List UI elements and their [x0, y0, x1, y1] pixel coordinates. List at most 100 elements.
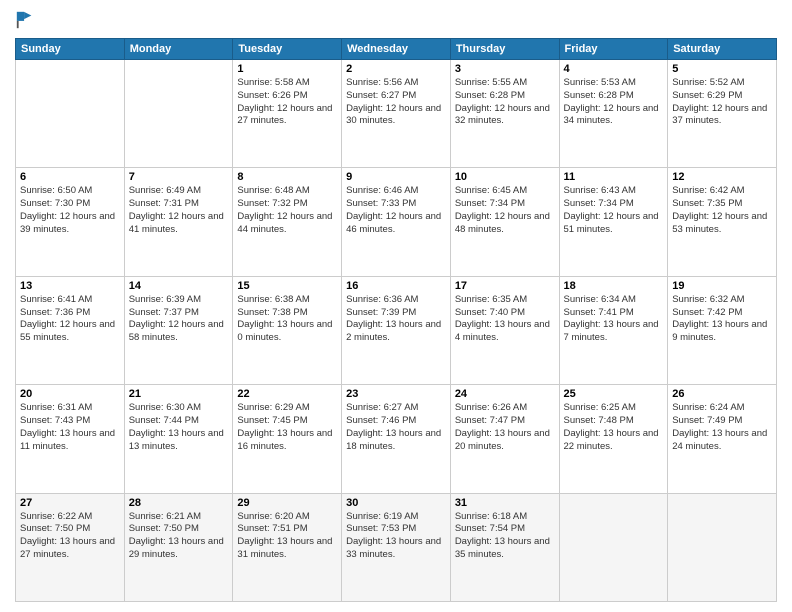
calendar-week-row: 13 Sunrise: 6:41 AM Sunset: 7:36 PM Dayli… — [16, 276, 777, 384]
day-info: Sunrise: 6:35 AM Sunset: 7:40 PM Dayligh… — [455, 294, 555, 345]
day-number: 26 — [672, 388, 772, 400]
day-info: Sunrise: 6:36 AM Sunset: 7:39 PM Dayligh… — [346, 294, 446, 345]
day-number: 27 — [20, 497, 120, 509]
calendar-week-row: 6 Sunrise: 6:50 AM Sunset: 7:30 PM Daylig… — [16, 168, 777, 276]
calendar-day-cell: 28 Sunrise: 6:21 AM Sunset: 7:50 PM Dayli… — [124, 493, 233, 601]
day-number: 1 — [237, 63, 337, 75]
day-info: Sunrise: 6:22 AM Sunset: 7:50 PM Dayligh… — [20, 511, 120, 562]
day-info: Sunrise: 6:46 AM Sunset: 7:33 PM Dayligh… — [346, 185, 446, 236]
calendar-day-cell: 26 Sunrise: 6:24 AM Sunset: 7:49 PM Dayli… — [668, 385, 777, 493]
calendar-day-cell: 12Sunrise: 6:42 AM Sunset: 7:35 PM Dayli… — [668, 168, 777, 276]
day-info: Sunrise: 6:24 AM Sunset: 7:49 PM Dayligh… — [672, 402, 772, 453]
day-info: Sunrise: 6:20 AM Sunset: 7:51 PM Dayligh… — [237, 511, 337, 562]
day-info: Sunrise: 6:48 AM Sunset: 7:32 PM Dayligh… — [237, 185, 337, 236]
day-info: Sunrise: 5:58 AM Sunset: 6:26 PM Dayligh… — [237, 77, 337, 128]
day-number: 11 — [564, 171, 664, 183]
day-info: Sunrise: 5:55 AM Sunset: 6:28 PM Dayligh… — [455, 77, 555, 128]
calendar-day-cell: 6 Sunrise: 6:50 AM Sunset: 7:30 PM Daylig… — [16, 168, 125, 276]
day-number: 7 — [129, 171, 229, 183]
day-info: Sunrise: 6:27 AM Sunset: 7:46 PM Dayligh… — [346, 402, 446, 453]
day-number: 22 — [237, 388, 337, 400]
calendar-day-cell: 4Sunrise: 5:53 AM Sunset: 6:28 PM Daylig… — [559, 60, 668, 168]
calendar-day-cell: 29 Sunrise: 6:20 AM Sunset: 7:51 PM Dayli… — [233, 493, 342, 601]
calendar-day-cell — [16, 60, 125, 168]
calendar-day-cell: 30Sunrise: 6:19 AM Sunset: 7:53 PM Dayli… — [342, 493, 451, 601]
day-number: 18 — [564, 280, 664, 292]
weekday-header: Monday — [124, 39, 233, 60]
calendar-day-cell: 5Sunrise: 5:52 AM Sunset: 6:29 PM Daylig… — [668, 60, 777, 168]
day-number: 17 — [455, 280, 555, 292]
calendar-day-cell: 27 Sunrise: 6:22 AM Sunset: 7:50 PM Dayli… — [16, 493, 125, 601]
calendar-day-cell: 20 Sunrise: 6:31 AM Sunset: 7:43 PM Dayli… — [16, 385, 125, 493]
calendar-day-cell — [559, 493, 668, 601]
calendar-day-cell — [124, 60, 233, 168]
day-number: 23 — [346, 388, 446, 400]
calendar-week-row: 1 Sunrise: 5:58 AM Sunset: 6:26 PM Daylig… — [16, 60, 777, 168]
day-number: 24 — [455, 388, 555, 400]
day-info: Sunrise: 5:56 AM Sunset: 6:27 PM Dayligh… — [346, 77, 446, 128]
day-number: 2 — [346, 63, 446, 75]
calendar-day-cell: 9 Sunrise: 6:46 AM Sunset: 7:33 PM Daylig… — [342, 168, 451, 276]
day-info: Sunrise: 5:53 AM Sunset: 6:28 PM Dayligh… — [564, 77, 664, 128]
day-number: 31 — [455, 497, 555, 509]
calendar-week-row: 20 Sunrise: 6:31 AM Sunset: 7:43 PM Dayli… — [16, 385, 777, 493]
day-number: 21 — [129, 388, 229, 400]
day-number: 15 — [237, 280, 337, 292]
weekday-header: Saturday — [668, 39, 777, 60]
weekday-header: Wednesday — [342, 39, 451, 60]
calendar-day-cell: 23 Sunrise: 6:27 AM Sunset: 7:46 PM Dayli… — [342, 385, 451, 493]
day-info: Sunrise: 6:45 AM Sunset: 7:34 PM Dayligh… — [455, 185, 555, 236]
calendar-day-cell: 31 Sunrise: 6:18 AM Sunset: 7:54 PM Dayli… — [450, 493, 559, 601]
weekday-header: Thursday — [450, 39, 559, 60]
day-number: 20 — [20, 388, 120, 400]
day-number: 10 — [455, 171, 555, 183]
day-number: 6 — [20, 171, 120, 183]
day-info: Sunrise: 6:43 AM Sunset: 7:34 PM Dayligh… — [564, 185, 664, 236]
calendar-day-cell: 15 Sunrise: 6:38 AM Sunset: 7:38 PM Dayli… — [233, 276, 342, 384]
day-number: 16 — [346, 280, 446, 292]
day-info: Sunrise: 6:25 AM Sunset: 7:48 PM Dayligh… — [564, 402, 664, 453]
calendar-day-cell: 7Sunrise: 6:49 AM Sunset: 7:31 PM Daylig… — [124, 168, 233, 276]
day-info: Sunrise: 6:50 AM Sunset: 7:30 PM Dayligh… — [20, 185, 120, 236]
day-info: Sunrise: 6:41 AM Sunset: 7:36 PM Dayligh… — [20, 294, 120, 345]
day-info: Sunrise: 6:39 AM Sunset: 7:37 PM Dayligh… — [129, 294, 229, 345]
day-info: Sunrise: 6:30 AM Sunset: 7:44 PM Dayligh… — [129, 402, 229, 453]
calendar-day-cell: 24Sunrise: 6:26 AM Sunset: 7:47 PM Dayli… — [450, 385, 559, 493]
header — [15, 10, 777, 30]
calendar-day-cell: 11 Sunrise: 6:43 AM Sunset: 7:34 PM Dayli… — [559, 168, 668, 276]
calendar-day-cell: 22 Sunrise: 6:29 AM Sunset: 7:45 PM Dayli… — [233, 385, 342, 493]
weekday-header: Friday — [559, 39, 668, 60]
day-number: 28 — [129, 497, 229, 509]
calendar-day-cell: 2 Sunrise: 5:56 AM Sunset: 6:27 PM Daylig… — [342, 60, 451, 168]
day-number: 12 — [672, 171, 772, 183]
day-info: Sunrise: 6:18 AM Sunset: 7:54 PM Dayligh… — [455, 511, 555, 562]
day-number: 9 — [346, 171, 446, 183]
day-info: Sunrise: 6:29 AM Sunset: 7:45 PM Dayligh… — [237, 402, 337, 453]
day-info: Sunrise: 6:32 AM Sunset: 7:42 PM Dayligh… — [672, 294, 772, 345]
calendar-day-cell: 14 Sunrise: 6:39 AM Sunset: 7:37 PM Dayli… — [124, 276, 233, 384]
day-info: Sunrise: 6:21 AM Sunset: 7:50 PM Dayligh… — [129, 511, 229, 562]
logo — [15, 10, 39, 30]
calendar-day-cell — [668, 493, 777, 601]
day-number: 8 — [237, 171, 337, 183]
day-number: 29 — [237, 497, 337, 509]
calendar-day-cell: 25 Sunrise: 6:25 AM Sunset: 7:48 PM Dayli… — [559, 385, 668, 493]
logo-icon — [15, 10, 35, 30]
day-number: 13 — [20, 280, 120, 292]
weekday-header: Tuesday — [233, 39, 342, 60]
calendar-day-cell: 1 Sunrise: 5:58 AM Sunset: 6:26 PM Daylig… — [233, 60, 342, 168]
calendar-table: SundayMondayTuesdayWednesdayThursdayFrid… — [15, 38, 777, 602]
day-number: 19 — [672, 280, 772, 292]
day-info: Sunrise: 6:38 AM Sunset: 7:38 PM Dayligh… — [237, 294, 337, 345]
day-info: Sunrise: 6:31 AM Sunset: 7:43 PM Dayligh… — [20, 402, 120, 453]
day-number: 30 — [346, 497, 446, 509]
day-number: 3 — [455, 63, 555, 75]
day-number: 5 — [672, 63, 772, 75]
calendar-header-row: SundayMondayTuesdayWednesdayThursdayFrid… — [16, 39, 777, 60]
calendar-day-cell: 19 Sunrise: 6:32 AM Sunset: 7:42 PM Dayli… — [668, 276, 777, 384]
day-number: 14 — [129, 280, 229, 292]
calendar-day-cell: 13 Sunrise: 6:41 AM Sunset: 7:36 PM Dayli… — [16, 276, 125, 384]
day-number: 25 — [564, 388, 664, 400]
calendar-day-cell: 10 Sunrise: 6:45 AM Sunset: 7:34 PM Dayli… — [450, 168, 559, 276]
day-info: Sunrise: 6:34 AM Sunset: 7:41 PM Dayligh… — [564, 294, 664, 345]
